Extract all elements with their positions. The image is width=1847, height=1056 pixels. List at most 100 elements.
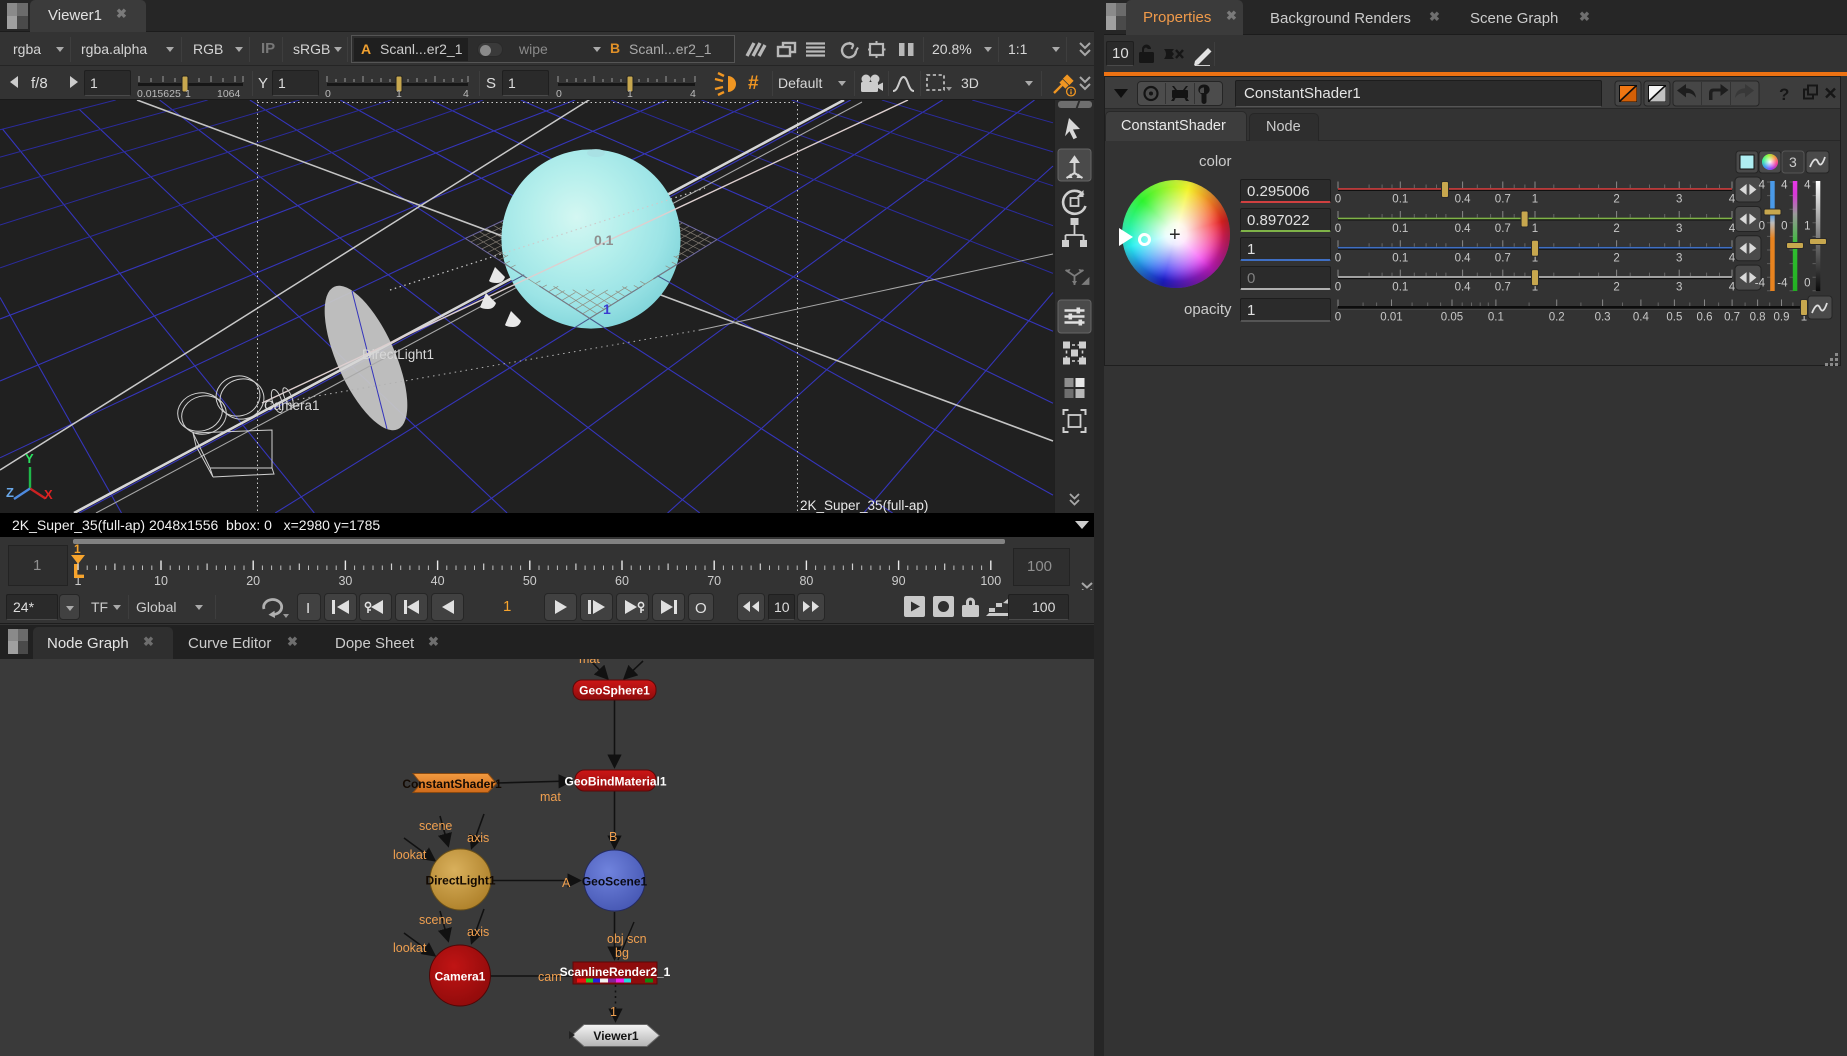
svg-text:4: 4	[463, 88, 469, 100]
svg-text:1: 1	[1804, 221, 1810, 233]
svg-text:0.1: 0.1	[594, 232, 614, 248]
svg-text:4: 4	[1781, 180, 1788, 192]
svg-text:3: 3	[1676, 252, 1682, 264]
svg-text:lookat: lookat	[393, 941, 427, 955]
svg-text:0.1: 0.1	[1392, 223, 1408, 235]
svg-text:cam: cam	[538, 970, 562, 984]
svg-text:Z: Z	[6, 485, 14, 500]
svg-text:0: 0	[1759, 221, 1765, 233]
svg-text:70: 70	[707, 574, 721, 588]
svg-text:0.1: 0.1	[1392, 252, 1408, 264]
svg-text:I: I	[306, 600, 310, 617]
svg-text:0: 0	[1335, 223, 1341, 235]
svg-text:20: 20	[246, 574, 260, 588]
svg-text:0: 0	[325, 88, 331, 100]
svg-text:1: 1	[603, 301, 611, 317]
svg-text:ScanlineRender2_1: ScanlineRender2_1	[560, 965, 671, 979]
svg-text:0.7: 0.7	[1495, 223, 1511, 235]
svg-text:0.015625: 0.015625	[137, 88, 181, 100]
svg-text:10: 10	[154, 574, 168, 588]
svg-text:0: 0	[1335, 194, 1341, 206]
svg-text:GeoSphere1: GeoSphere1	[579, 684, 650, 698]
svg-text:ConstantShader1: ConstantShader1	[402, 777, 502, 791]
svg-text:0.5: 0.5	[1666, 312, 1682, 324]
svg-text:0.7: 0.7	[1495, 252, 1511, 264]
svg-text:0.4: 0.4	[1455, 282, 1472, 294]
svg-text:80: 80	[799, 574, 813, 588]
svg-text:40: 40	[431, 574, 445, 588]
svg-text:O: O	[695, 600, 707, 617]
svg-text:-4: -4	[1755, 278, 1766, 290]
svg-text:0: 0	[556, 88, 562, 100]
svg-text:0.3: 0.3	[1595, 312, 1611, 324]
svg-text:1: 1	[396, 88, 402, 100]
svg-text:0.9: 0.9	[1774, 312, 1790, 324]
svg-text:0.7: 0.7	[1495, 194, 1511, 206]
svg-text:0.4: 0.4	[1455, 223, 1472, 235]
svg-text:50: 50	[523, 574, 537, 588]
svg-text:0.4: 0.4	[1633, 312, 1650, 324]
svg-text:0.8: 0.8	[1750, 312, 1766, 324]
svg-text:-4: -4	[1777, 278, 1788, 290]
svg-text:0.01: 0.01	[1380, 312, 1402, 324]
svg-text:1: 1	[185, 88, 191, 100]
svg-text:Y: Y	[25, 451, 34, 466]
svg-text:B: B	[609, 830, 617, 844]
svg-text:0.1: 0.1	[1392, 194, 1408, 206]
svg-text:1: 1	[627, 88, 633, 100]
svg-text:A: A	[562, 876, 571, 890]
svg-text:mat: mat	[540, 790, 561, 804]
svg-text:1: 1	[1532, 223, 1538, 235]
svg-text:60: 60	[615, 574, 629, 588]
svg-text:4: 4	[690, 88, 696, 100]
svg-text:0.2: 0.2	[1549, 312, 1565, 324]
svg-text:100: 100	[980, 574, 1001, 588]
svg-text:scene: scene	[419, 913, 452, 927]
svg-text:bg: bg	[615, 946, 629, 960]
svg-text:3: 3	[1676, 282, 1682, 294]
svg-text:4: 4	[1759, 180, 1766, 192]
svg-text:2K_Super_35(full-ap): 2K_Super_35(full-ap)	[800, 498, 928, 513]
svg-text:GeoScene1: GeoScene1	[582, 875, 648, 889]
svg-text:0.1: 0.1	[1488, 312, 1504, 324]
svg-text:0.7: 0.7	[1724, 312, 1740, 324]
svg-text:0: 0	[1335, 252, 1341, 264]
svg-text:0.6: 0.6	[1697, 312, 1713, 324]
svg-text:GeoBindMaterial1: GeoBindMaterial1	[564, 775, 666, 789]
svg-text:2: 2	[1613, 252, 1619, 264]
svg-text:1: 1	[610, 1005, 617, 1019]
svg-text:X: X	[44, 487, 53, 502]
svg-text:0: 0	[1781, 221, 1787, 233]
svg-text:mat: mat	[579, 659, 600, 666]
svg-text:2: 2	[1613, 282, 1619, 294]
svg-text:axis: axis	[467, 831, 489, 845]
svg-text:0: 0	[1335, 282, 1341, 294]
svg-text:0.4: 0.4	[1455, 194, 1472, 206]
svg-text:DirectLight1: DirectLight1	[362, 347, 434, 362]
svg-text:lookat: lookat	[393, 848, 427, 862]
svg-text:30: 30	[338, 574, 352, 588]
svg-text:Camera1: Camera1	[264, 398, 320, 413]
svg-text:0.7: 0.7	[1495, 282, 1511, 294]
svg-text:2: 2	[1613, 223, 1619, 235]
svg-text:DirectLight1: DirectLight1	[425, 874, 495, 888]
svg-text:obj scn: obj scn	[607, 932, 647, 946]
svg-text:3: 3	[1676, 223, 1682, 235]
svg-text:3: 3	[1789, 154, 1797, 170]
svg-text:scene: scene	[419, 819, 452, 833]
svg-text:axis: axis	[467, 925, 489, 939]
svg-text:0: 0	[1804, 278, 1810, 290]
svg-text:1: 1	[74, 542, 81, 556]
svg-text:0: 0	[1335, 312, 1341, 324]
svg-text:0.1: 0.1	[1392, 282, 1408, 294]
svg-text:1064: 1064	[217, 88, 241, 100]
svg-text:Camera1: Camera1	[435, 970, 486, 984]
svg-text:90: 90	[892, 574, 906, 588]
svg-text:2: 2	[1613, 194, 1619, 206]
svg-text:0.05: 0.05	[1441, 312, 1463, 324]
svg-text:3: 3	[1676, 194, 1682, 206]
svg-text:4: 4	[1804, 180, 1811, 192]
svg-text:Viewer1: Viewer1	[593, 1029, 638, 1043]
svg-text:1: 1	[1532, 194, 1538, 206]
svg-text:0.4: 0.4	[1455, 252, 1472, 264]
